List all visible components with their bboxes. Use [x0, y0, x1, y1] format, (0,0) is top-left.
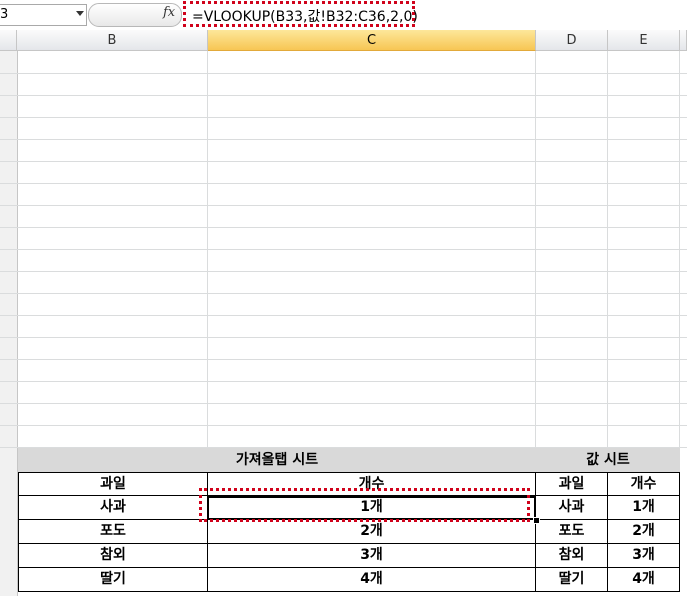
right-row-4-count[interactable]: 4개	[608, 568, 680, 592]
gridline-row	[0, 337, 687, 338]
gridline-row	[0, 293, 687, 294]
gridline-column	[607, 51, 608, 447]
column-header-f[interactable]	[680, 30, 687, 51]
formula-bar: 3 fx =VLOOKUP(B33,값!B32:C36,2,0)	[0, 0, 687, 31]
left-table-title: 가져올탭 시트	[18, 448, 536, 472]
left-header-fruit[interactable]: 과일	[18, 472, 208, 496]
gridline-column	[679, 51, 680, 447]
gridline-row	[0, 315, 687, 316]
right-row-2-fruit[interactable]: 포도	[536, 520, 608, 544]
gridline-row	[0, 117, 687, 118]
gridline-row	[0, 73, 687, 74]
fill-handle[interactable]	[533, 517, 540, 524]
right-row-1-count[interactable]: 1개	[608, 496, 680, 520]
gridline-column	[535, 51, 536, 447]
name-box-value: 3	[0, 7, 9, 22]
left-row-3-count[interactable]: 3개	[208, 544, 536, 568]
gridline-row	[0, 359, 687, 360]
gridline-row	[0, 381, 687, 382]
right-row-2-count[interactable]: 2개	[608, 520, 680, 544]
right-header-fruit[interactable]: 과일	[536, 472, 608, 496]
gridline-row	[0, 403, 687, 404]
gridline-row	[0, 425, 687, 426]
chevron-down-icon[interactable]	[76, 11, 84, 16]
left-row-3-fruit[interactable]: 참외	[18, 544, 208, 568]
gridline-row	[0, 227, 687, 228]
gridline-row	[0, 249, 687, 250]
gridline-column	[207, 51, 208, 447]
gridline-row	[0, 95, 687, 96]
gridline-row	[0, 205, 687, 206]
right-row-3-fruit[interactable]: 참외	[536, 544, 608, 568]
select-all-corner[interactable]	[0, 30, 17, 51]
right-row-3-count[interactable]: 3개	[608, 544, 680, 568]
left-row-4-fruit[interactable]: 딸기	[18, 568, 208, 592]
gridline-row	[0, 161, 687, 162]
column-header-e[interactable]: E	[608, 30, 680, 51]
left-row-2-fruit[interactable]: 포도	[18, 520, 208, 544]
right-header-count[interactable]: 개수	[608, 472, 680, 496]
right-row-1-fruit[interactable]: 사과	[536, 496, 608, 520]
column-header-b[interactable]: B	[17, 30, 208, 51]
right-row-4-fruit[interactable]: 딸기	[536, 568, 608, 592]
result-highlight-box	[199, 488, 530, 522]
column-header-d[interactable]: D	[536, 30, 608, 51]
insert-function-icon[interactable]: fx	[163, 5, 175, 20]
gridline-row	[0, 183, 687, 184]
gridline-row	[0, 271, 687, 272]
left-row-2-count[interactable]: 2개	[208, 520, 536, 544]
gridline-row	[0, 139, 687, 140]
formula-input[interactable]: =VLOOKUP(B33,값!B32:C36,2,0)	[192, 6, 418, 26]
right-table-title: 값 시트	[536, 448, 680, 472]
column-header-c[interactable]: C	[208, 30, 536, 51]
name-box[interactable]: 3	[0, 4, 87, 26]
row-header-strip[interactable]	[0, 51, 18, 596]
left-row-4-count[interactable]: 4개	[208, 568, 536, 592]
left-row-1-fruit[interactable]: 사과	[18, 496, 208, 520]
